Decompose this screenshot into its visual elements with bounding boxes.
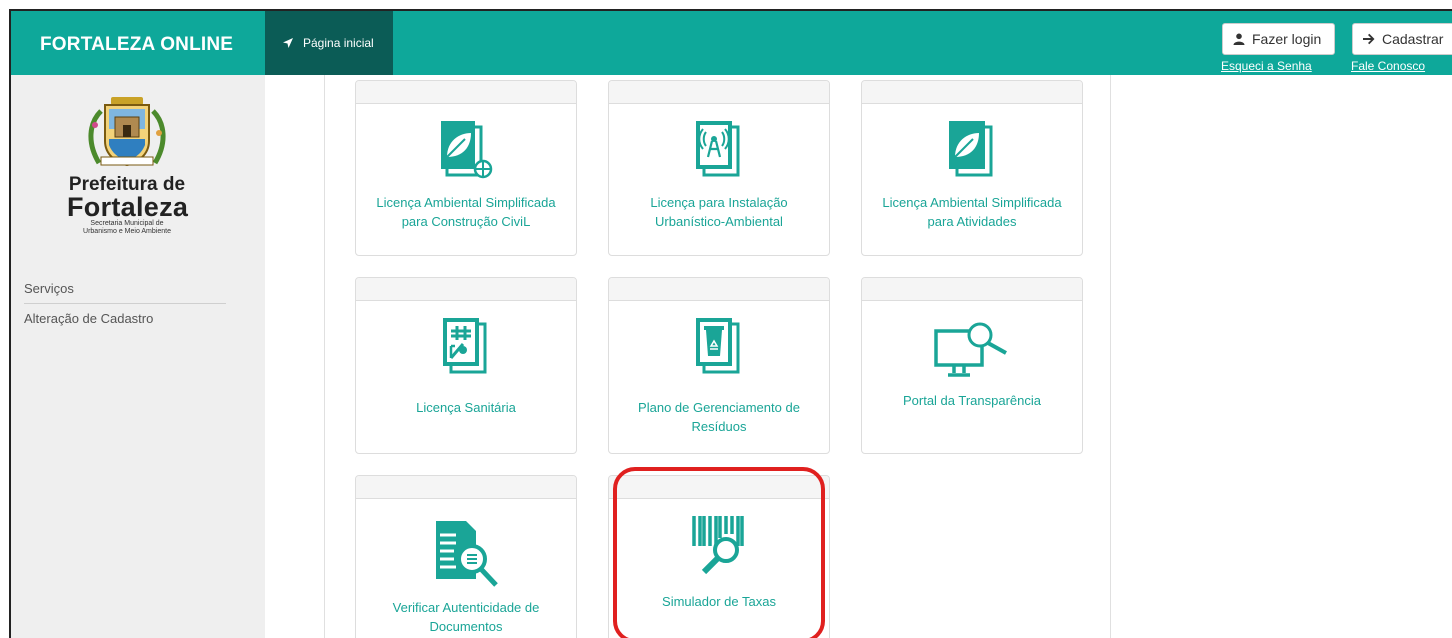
home-tab[interactable]: Página inicial [265, 11, 393, 75]
highlight-annotation [613, 467, 825, 638]
card-header [356, 476, 576, 499]
leaf-document-icon [441, 121, 493, 179]
service-card-licenca-sanitaria[interactable]: Licença Sanitária [355, 277, 577, 454]
sidebar-nav: Serviços Alteração de Cadastro [24, 274, 226, 334]
service-card-portal-transparencia[interactable]: Portal da Transparência [861, 277, 1083, 454]
card-header [609, 278, 829, 301]
home-tab-label: Página inicial [303, 36, 374, 50]
forgot-password-link[interactable]: Esqueci a Senha [1221, 59, 1312, 73]
logo-line-2: Fortaleza [67, 192, 189, 222]
card-header [862, 81, 1082, 104]
service-label: Licença Sanitária [416, 400, 516, 415]
antenna-document-icon [696, 121, 740, 177]
service-label: Plano de Gerenciamento de Resíduos [638, 400, 800, 434]
service-card-licenca-instalacao[interactable]: Licença para Instalação Urbanístico-Ambi… [608, 80, 830, 256]
login-button[interactable]: Fazer login [1222, 23, 1335, 55]
monitor-search-icon [934, 322, 1007, 377]
recycle-document-icon [696, 318, 740, 374]
card-header [356, 81, 576, 104]
login-button-label: Fazer login [1252, 31, 1322, 47]
user-icon [1233, 33, 1245, 45]
sanitary-document-icon [443, 318, 487, 374]
card-header [356, 278, 576, 301]
leaf-document-icon [949, 121, 993, 177]
sidebar: Prefeitura de Fortaleza Secretaria Munic… [11, 75, 265, 638]
arrow-right-icon [1363, 33, 1375, 45]
service-label: Licença Ambiental Simplificada para Ativ… [882, 195, 1062, 229]
service-card-licenca-ambiental-atividades[interactable]: Licença Ambiental Simplificada para Ativ… [861, 80, 1083, 256]
register-button[interactable]: Cadastrar [1352, 23, 1452, 55]
card-header [609, 81, 829, 104]
service-label: Licença para Instalação Urbanístico-Ambi… [650, 195, 788, 229]
brand-title[interactable]: FORTALEZA ONLINE [11, 11, 265, 75]
service-card-plano-residuos[interactable]: Plano de Gerenciamento de Resíduos [608, 277, 830, 454]
contact-link[interactable]: Fale Conosco [1351, 59, 1425, 73]
top-navbar: FORTALEZA ONLINE Página inicial Fazer lo… [11, 11, 1452, 75]
coat-of-arms-icon [88, 97, 166, 167]
browser-frame: FORTALEZA ONLINE Página inicial Fazer lo… [9, 9, 1452, 638]
service-label: Portal da Transparência [902, 393, 1042, 408]
service-card-verificar-autenticidade[interactable]: Verificar Autenticidade de Documentos [355, 475, 577, 638]
location-arrow-icon [283, 38, 293, 48]
sidebar-item-alteracao-cadastro[interactable]: Alteração de Cadastro [24, 304, 226, 334]
service-card-licenca-ambiental-construcao[interactable]: Licença Ambiental Simplificada para Cons… [355, 80, 577, 256]
service-label: Verificar Autenticidade de Documentos [392, 600, 540, 634]
document-search-icon [436, 521, 498, 587]
register-button-label: Cadastrar [1382, 31, 1444, 47]
card-header [862, 278, 1082, 301]
logo-line-4: Urbanismo e Meio Ambiente [83, 228, 171, 235]
sidebar-item-servicos[interactable]: Serviços [24, 274, 226, 304]
service-label: Licença Ambiental Simplificada para Cons… [376, 195, 556, 229]
prefeitura-logo: Prefeitura de Fortaleza Secretaria Munic… [67, 93, 189, 236]
